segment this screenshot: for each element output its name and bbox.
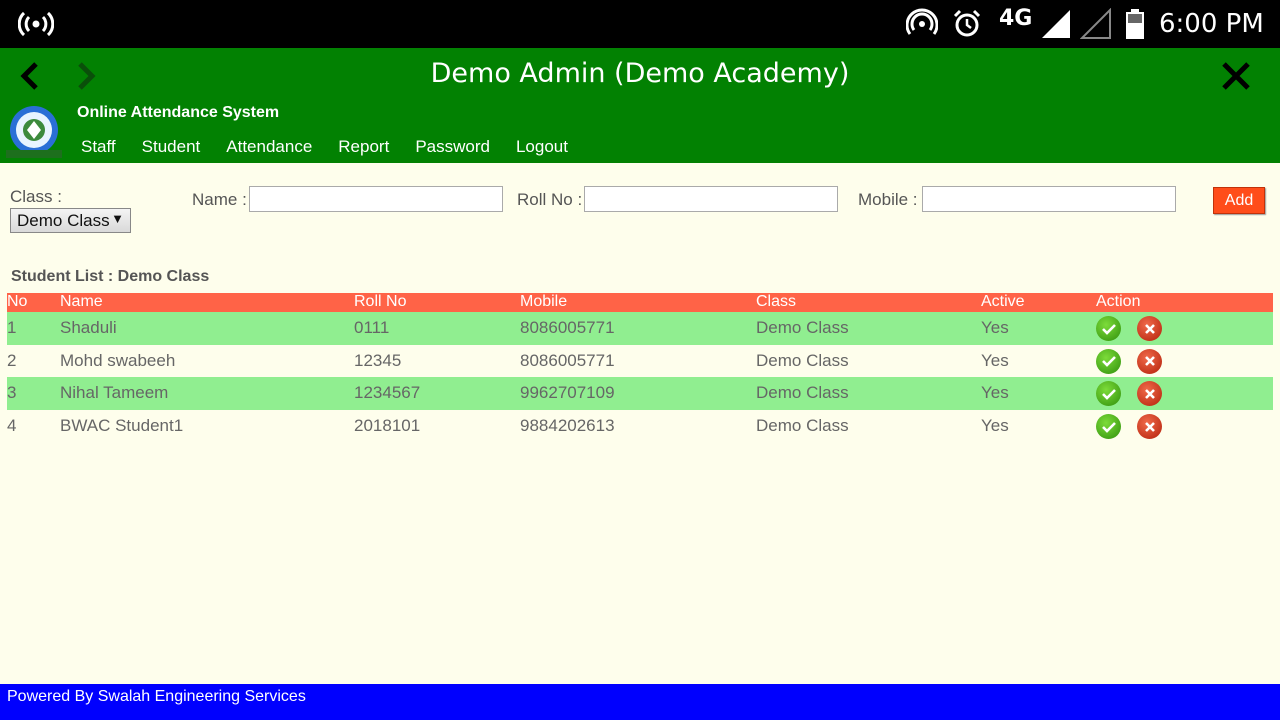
table-header: No Name Roll No Mobile Class Active Acti…	[7, 293, 1273, 312]
cell-name: Mohd swabeeh	[60, 350, 176, 370]
menu-item-student[interactable]: Student	[129, 136, 214, 158]
table-row: 1 Shaduli 0111 8086005771 Demo Class Yes	[7, 312, 1273, 345]
footer-text: Powered By Swalah Engineering Services	[7, 688, 306, 705]
cell-roll-no: 2018101	[354, 416, 421, 436]
page-title: Demo Admin (Demo Academy)	[430, 58, 850, 89]
table-row: 3 Nihal Tameem 1234567 9962707109 Demo C…	[7, 377, 1273, 411]
dropdown-arrow-icon: ▼	[111, 211, 124, 226]
col-class: Class	[756, 293, 797, 310]
mobile-input[interactable]	[922, 186, 1176, 212]
delete-icon[interactable]	[1137, 414, 1162, 440]
col-action: Action	[1096, 293, 1141, 310]
close-button[interactable]	[1216, 56, 1256, 96]
cell-no: 3	[7, 383, 17, 403]
col-no: No	[7, 293, 28, 310]
menu-item-staff[interactable]: Staff	[68, 136, 129, 158]
menu-item-attendance[interactable]: Attendance	[213, 136, 325, 158]
mobile-label: Mobile :	[858, 190, 918, 209]
hotspot-icon	[18, 0, 54, 48]
cell-active: Yes	[981, 416, 1009, 436]
class-select-value: Demo Class	[17, 210, 110, 230]
cell-active: Yes	[981, 318, 1009, 337]
status-bar: 4G 6:00 PM	[0, 0, 1280, 48]
table-row: 4 BWAC Student1 2018101 9884202613 Demo …	[7, 410, 1273, 443]
roll-no-label: Roll No :	[517, 190, 583, 209]
alarm-icon	[951, 0, 983, 48]
student-list-title: Student List : Demo Class	[11, 268, 210, 285]
cell-active: Yes	[981, 350, 1009, 370]
cell-mobile: 9884202613	[520, 416, 615, 436]
menu-item-report[interactable]: Report	[325, 136, 402, 158]
menu-item-logout[interactable]: Logout	[503, 136, 581, 158]
cell-active: Yes	[981, 383, 1009, 403]
table-row: 2 Mohd swabeeh 12345 8086005771 Demo Cla…	[7, 345, 1273, 378]
cell-mobile: 8086005771	[520, 350, 615, 370]
cell-mobile: 8086005771	[520, 318, 615, 337]
signal-empty-icon	[1080, 0, 1112, 48]
signal-icon	[1040, 0, 1072, 48]
delete-icon[interactable]	[1137, 316, 1162, 341]
network-type: 4G	[999, 5, 1033, 31]
nfc-icon	[906, 0, 938, 48]
cell-class: Demo Class	[756, 318, 849, 337]
cell-roll-no: 12345	[354, 350, 402, 370]
cell-name: Nihal Tameem	[60, 383, 169, 403]
delete-icon[interactable]	[1137, 348, 1162, 374]
approve-icon[interactable]	[1096, 348, 1121, 374]
system-title: Online Attendance System	[77, 104, 280, 121]
cell-mobile: 9962707109	[520, 383, 615, 403]
academy-logo	[2, 104, 66, 160]
cell-class: Demo Class	[756, 416, 849, 436]
footer: Powered By Swalah Engineering Services	[0, 684, 1280, 720]
col-active: Active	[981, 293, 1025, 310]
cell-no: 4	[7, 416, 17, 436]
add-button[interactable]: Add	[1213, 187, 1265, 214]
approve-icon[interactable]	[1096, 316, 1121, 341]
roll-no-input[interactable]	[584, 186, 838, 212]
cell-roll-no: 0111	[354, 318, 390, 337]
app-header: Demo Admin (Demo Academy) Online Attenda…	[0, 48, 1280, 163]
cell-name: Shaduli	[60, 318, 117, 337]
delete-icon[interactable]	[1137, 381, 1162, 407]
col-name: Name	[60, 293, 103, 310]
col-mobile: Mobile	[520, 293, 568, 310]
name-label: Name :	[192, 190, 247, 209]
battery-icon	[1124, 0, 1146, 48]
col-roll-no: Roll No	[354, 293, 407, 310]
cell-roll-no: 1234567	[354, 383, 421, 403]
class-select[interactable]: Demo Class ▼	[10, 208, 131, 233]
approve-icon[interactable]	[1096, 414, 1121, 440]
name-input[interactable]	[249, 186, 503, 212]
cell-name: BWAC Student1	[60, 416, 184, 436]
cell-no: 1	[7, 318, 17, 337]
cell-class: Demo Class	[756, 350, 849, 370]
clock: 6:00 PM	[1159, 9, 1264, 39]
student-table: No Name Roll No Mobile Class Active Acti…	[7, 293, 1273, 443]
menu-item-password[interactable]: Password	[402, 136, 503, 158]
class-label: Class :	[10, 187, 62, 206]
main-menu: Staff Student Attendance Report Password…	[68, 136, 581, 158]
cell-class: Demo Class	[756, 383, 849, 403]
cell-no: 2	[7, 350, 17, 370]
approve-icon[interactable]	[1096, 381, 1121, 407]
